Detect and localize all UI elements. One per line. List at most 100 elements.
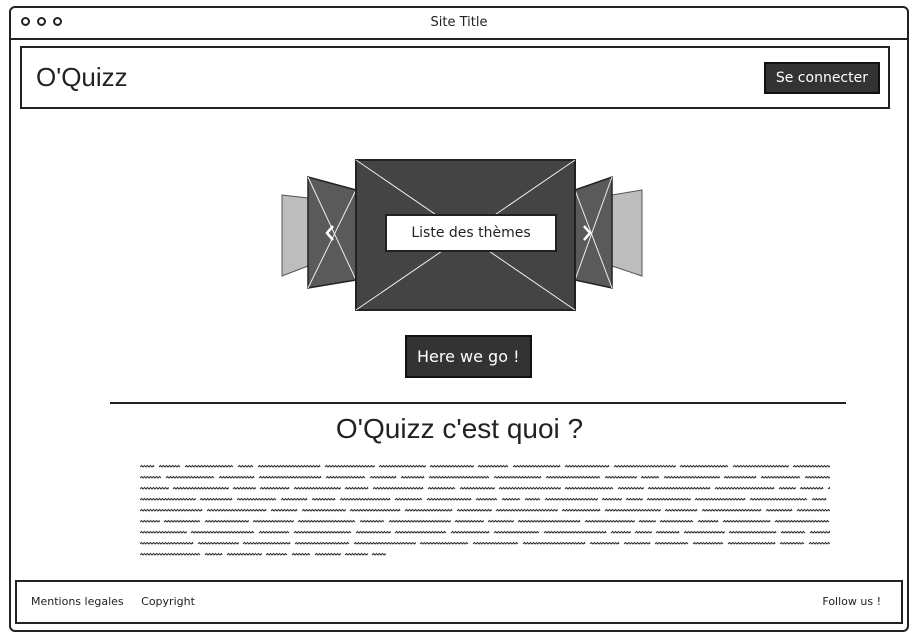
section-divider <box>110 402 846 404</box>
placeholder-word <box>701 508 762 512</box>
placeholder-word <box>204 552 223 556</box>
placeholder-word <box>218 475 255 479</box>
placeholder-word <box>163 519 201 523</box>
placeholder-word <box>493 475 542 479</box>
placeholder-word <box>314 552 341 556</box>
placeholder-word <box>459 486 495 490</box>
placeholder-word <box>140 486 169 490</box>
carousel-slide-far-left <box>281 194 309 277</box>
hero-cta-wrapper: Here we go ! <box>405 335 532 378</box>
placeholder-word <box>714 486 775 490</box>
placeholder-word <box>634 530 652 534</box>
placeholder-word <box>140 519 160 523</box>
placeholder-word <box>265 552 288 556</box>
placeholder-word <box>679 464 729 468</box>
placeholder-word <box>694 497 746 501</box>
placeholder-word <box>584 519 635 523</box>
placeholder-word <box>258 475 322 479</box>
placeholder-word <box>339 497 391 501</box>
placeholder-word <box>270 508 298 512</box>
carousel-slide-left[interactable] <box>307 176 357 289</box>
placeholder-word <box>419 541 469 545</box>
placeholder-word <box>355 530 391 534</box>
placeholder-word <box>140 475 162 479</box>
placeholder-word <box>232 486 256 490</box>
footer-links: Mentions legales Copyright <box>31 595 209 608</box>
placeholder-word <box>378 464 426 468</box>
placeholder-word <box>543 530 607 534</box>
placeholder-word <box>727 541 776 545</box>
placeholder-word <box>293 530 352 534</box>
placeholder-word <box>294 541 350 545</box>
placeholder-word <box>732 464 789 468</box>
placeholder-word <box>659 519 694 523</box>
placeholder-word <box>344 486 369 490</box>
placeholder-word <box>427 486 456 490</box>
placeholder-word <box>257 464 321 468</box>
placeholder-word <box>647 486 711 490</box>
placeholder-word <box>259 486 290 490</box>
placeholder-word <box>610 530 631 534</box>
placeholder-word <box>512 464 561 468</box>
placeholder-word <box>617 486 644 490</box>
footer-copyright-link[interactable]: Copyright <box>141 595 195 608</box>
placeholder-word <box>760 475 801 479</box>
placeholder-word <box>545 475 601 479</box>
footer-follow-link[interactable]: Follow us ! <box>822 595 881 608</box>
placeholder-word <box>252 519 294 523</box>
hero-cta-button[interactable]: Here we go ! <box>405 335 532 378</box>
placeholder-word <box>258 530 290 534</box>
placeholder-word <box>501 497 521 501</box>
placeholder-word <box>493 530 540 534</box>
placeholder-word <box>604 475 637 479</box>
placeholder-word <box>158 464 181 468</box>
placeholder-word <box>140 497 196 501</box>
placeholder-word <box>811 497 827 501</box>
placeholder-word <box>291 552 311 556</box>
placeholder-word <box>804 475 830 479</box>
placeholder-word <box>199 497 233 501</box>
placeholder-word <box>664 508 698 512</box>
placeholder-word <box>749 497 808 501</box>
placeholder-word <box>325 475 366 479</box>
placeholder-word <box>140 552 201 556</box>
placeholder-word <box>349 508 401 512</box>
placeholder-word <box>697 519 719 523</box>
placeholder-word <box>280 497 308 501</box>
placeholder-word <box>654 541 689 545</box>
placeholder-word <box>487 519 514 523</box>
placeholder-word <box>404 508 453 512</box>
placeholder-word <box>184 464 234 468</box>
placeholder-word <box>564 486 614 490</box>
placeholder-word <box>623 541 651 545</box>
about-title: O'Quizz c'est quoi ? <box>335 413 584 444</box>
placeholder-word <box>297 519 356 523</box>
placeholder-word <box>140 541 194 545</box>
placeholder-word <box>722 519 771 523</box>
placeholder-word <box>369 475 397 479</box>
placeholder-word <box>522 541 586 545</box>
placeholder-word <box>778 486 796 490</box>
placeholder-word <box>495 508 558 512</box>
placeholder-word <box>429 464 474 468</box>
placeholder-word <box>426 497 472 501</box>
carousel-caption[interactable]: Liste des thèmes <box>385 214 557 252</box>
placeholder-word <box>428 475 490 479</box>
placeholder-word <box>638 519 656 523</box>
placeholder-word <box>809 530 830 534</box>
placeholder-word <box>799 486 824 490</box>
placeholder-word <box>301 508 346 512</box>
placeholder-word <box>311 497 336 501</box>
placeholder-word <box>796 508 830 512</box>
placeholder-word <box>371 552 386 556</box>
placeholder-word <box>774 519 830 523</box>
carousel-slide-right[interactable] <box>574 175 613 289</box>
placeholder-word <box>388 519 451 523</box>
footer-legal-link[interactable]: Mentions legales <box>31 595 124 608</box>
placeholder-word <box>344 552 368 556</box>
placeholder-word <box>237 464 254 468</box>
placeholder-word <box>140 464 155 468</box>
placeholder-word <box>226 552 262 556</box>
placeholder-word <box>204 519 249 523</box>
placeholder-text-block <box>140 464 830 556</box>
